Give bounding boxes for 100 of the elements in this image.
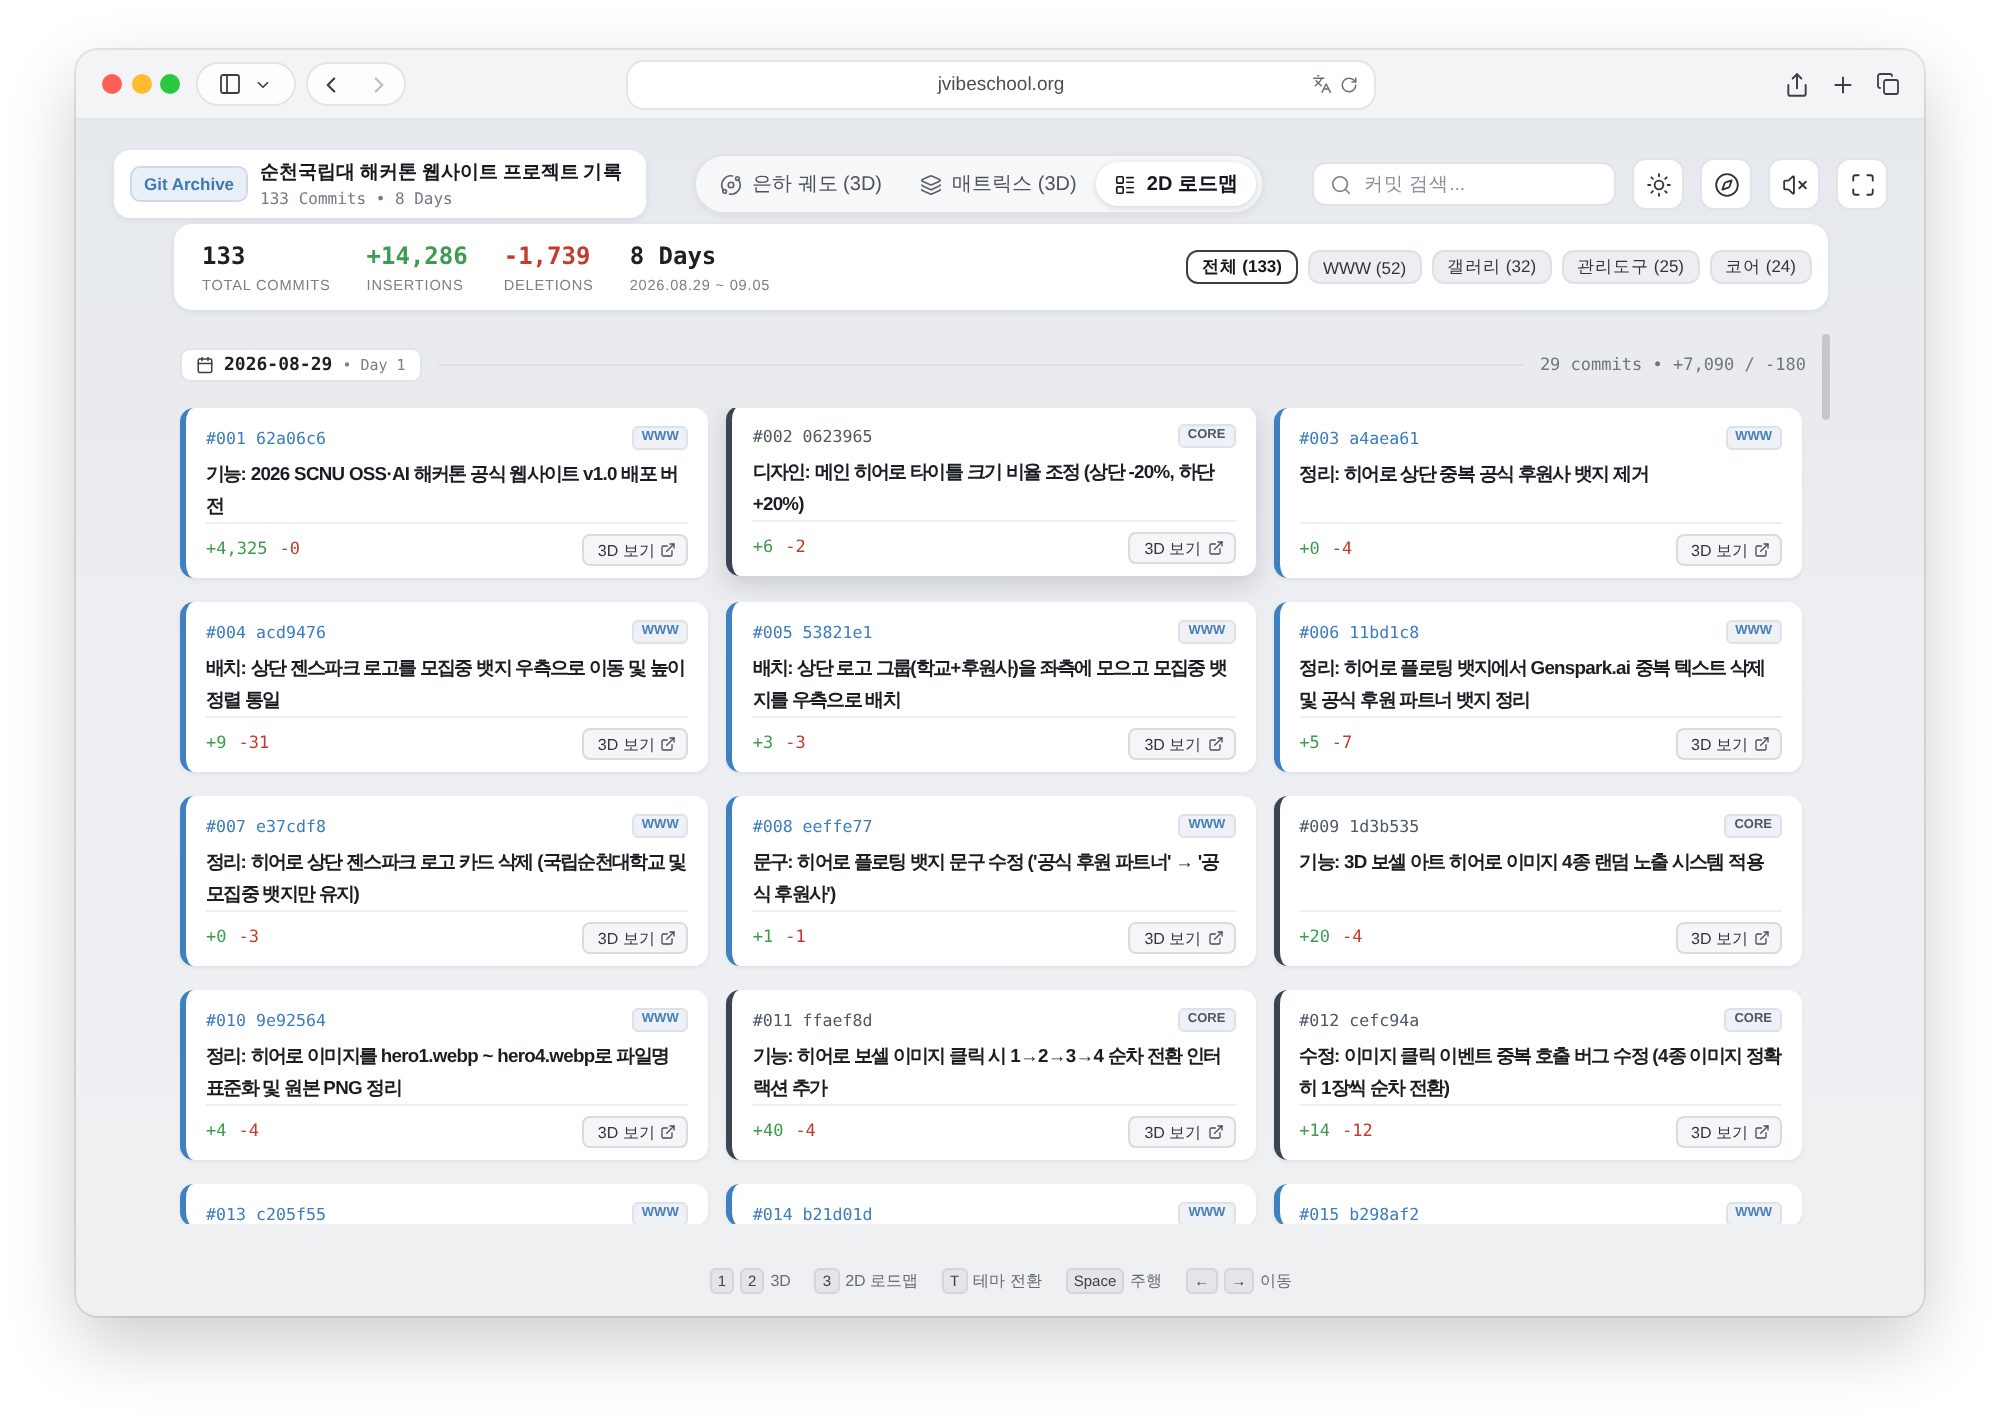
commit-message: 기능: 히어로 보셀 이미지 클릭 시 1→2→3→4 순차 전환 인터랙션 추가 bbox=[752, 1042, 1223, 1102]
reload-icon[interactable] bbox=[1340, 75, 1358, 93]
search-field[interactable]: 커밋 검색... bbox=[1312, 162, 1616, 206]
translate-icon[interactable] bbox=[1312, 74, 1332, 94]
commit-message: 배치: 상단 젠스파크 로고를 모집중 뱃지 우측으로 이동 및 높이 정렬 통일 bbox=[206, 654, 687, 714]
external-link-icon bbox=[1207, 930, 1224, 946]
orbit-icon bbox=[720, 173, 742, 195]
external-link-icon bbox=[1207, 736, 1224, 752]
view-3d-button[interactable]: 3D 보기 bbox=[1128, 1116, 1236, 1148]
sidebar-icon bbox=[218, 72, 242, 96]
external-link-icon bbox=[660, 930, 677, 946]
commit-hash: #010 9e92564 bbox=[206, 1010, 326, 1030]
commit-message: 정리: 히어로 상단 젠스파크 로고 카드 삭제 (국립순천대학교 및 모집중 뱃지만 유지) bbox=[206, 848, 688, 908]
view-3d-button[interactable]: 3D 보기 bbox=[1675, 534, 1782, 566]
stat-value: +14,286 bbox=[366, 241, 468, 269]
speaker-muted-icon bbox=[1781, 171, 1807, 197]
search-icon bbox=[1330, 173, 1352, 195]
scrollbar-thumb[interactable] bbox=[1822, 334, 1830, 420]
shortcut-label: 테마 전환 bbox=[973, 1269, 1042, 1291]
overlapping-squares-icon[interactable] bbox=[1876, 72, 1900, 96]
stat-value: 8 Days bbox=[629, 241, 719, 269]
commit-hash: #001 62a06c6 bbox=[206, 428, 326, 448]
external-link-icon bbox=[1754, 736, 1770, 752]
view-mode-tab[interactable]: 매트릭스 (3D) bbox=[902, 162, 1095, 206]
external-link-icon bbox=[660, 542, 677, 558]
filter-chip[interactable]: 갤러리 (32) bbox=[1431, 250, 1553, 284]
view-3d-button[interactable]: 3D 보기 bbox=[581, 1116, 689, 1148]
commit-hash: #002 0623965 bbox=[752, 426, 873, 446]
theme-button[interactable] bbox=[1632, 158, 1684, 210]
filter-chip[interactable]: 관리도구 (25) bbox=[1561, 250, 1701, 284]
compass-icon bbox=[1713, 171, 1739, 197]
external-link-icon bbox=[660, 736, 677, 752]
external-link-icon bbox=[1207, 540, 1224, 556]
deletions-count: -12 bbox=[1342, 1122, 1373, 1142]
commit-message: 수정: 이미지 클릭 이벤트 중복 호출 버그 수정 (4종 이미지 정확히 1장씩 순차 전환) bbox=[1299, 1042, 1782, 1102]
commit-hash: #006 11bd1c8 bbox=[1299, 622, 1420, 642]
insertions-count: +0 bbox=[206, 928, 227, 948]
project-subtitle: 133 Commits • 8 Days bbox=[260, 190, 455, 208]
filter-chip[interactable]: 전체 (133) bbox=[1185, 250, 1298, 284]
view-3d-button[interactable]: 3D 보기 bbox=[1128, 728, 1236, 760]
list-layout-icon bbox=[1114, 173, 1137, 195]
external-link-icon bbox=[1754, 930, 1770, 946]
view-3d-button[interactable]: 3D 보기 bbox=[1128, 922, 1236, 954]
deletions-count: -4 bbox=[1342, 928, 1363, 948]
sound-button[interactable] bbox=[1768, 158, 1820, 210]
commit-hash: #009 1d3b535 bbox=[1299, 816, 1420, 836]
insertions-count: +14 bbox=[1299, 1122, 1331, 1142]
insertions-count: +0 bbox=[1299, 540, 1320, 560]
deletions-count: -7 bbox=[1331, 734, 1353, 754]
plus-icon[interactable] bbox=[1830, 71, 1856, 97]
layers-icon bbox=[920, 173, 943, 195]
shortcut-label: 3D bbox=[770, 1271, 791, 1289]
shortcut-label: 주행 bbox=[1130, 1269, 1163, 1291]
view-3d-button[interactable]: 3D 보기 bbox=[581, 728, 689, 760]
view-3d-button[interactable]: 3D 보기 bbox=[581, 534, 689, 566]
close-window-button[interactable] bbox=[102, 74, 122, 94]
deletions-count: -4 bbox=[1331, 540, 1353, 560]
commit-message: 기능: 3D 보셀 아트 히어로 이미지 4종 랜덤 노출 시스템 적용 bbox=[1299, 848, 1766, 876]
view-3d-button[interactable]: 3D 보기 bbox=[1675, 922, 1782, 954]
fullscreen-button[interactable] bbox=[1836, 158, 1888, 210]
deletions-count: -2 bbox=[785, 538, 806, 558]
view-mode-tab[interactable]: 2D 로드맵 bbox=[1096, 162, 1256, 206]
insertions-count: +20 bbox=[1299, 928, 1331, 948]
view-3d-button[interactable]: 3D 보기 bbox=[1675, 1116, 1782, 1148]
commit-hash: #011 ffaef8d bbox=[752, 1010, 873, 1030]
external-link-icon bbox=[660, 1124, 677, 1140]
day-date: 2026-08-29 bbox=[224, 355, 333, 375]
view-3d-button[interactable]: 3D 보기 bbox=[1128, 532, 1236, 564]
insertions-count: +6 bbox=[752, 538, 774, 558]
app-badge: Git Archive bbox=[130, 166, 249, 202]
sidebar-button[interactable] bbox=[195, 62, 295, 106]
view-3d-button[interactable]: 3D 보기 bbox=[581, 922, 689, 954]
commit-hash: #013 c205f55 bbox=[206, 1204, 326, 1224]
commit-message: 디자인: 메인 히어로 타이틀 크기 비율 조정 (상단 -20%, 하단 +20%) bbox=[752, 458, 1217, 518]
deletions-count: -3 bbox=[785, 734, 806, 754]
commit-message: 배치: 상단 로고 그룹(학교+후원사)을 좌측에 모으고 모집중 뱃지를 우측으로 배치 bbox=[752, 654, 1229, 714]
stat-value: -1,739 bbox=[503, 241, 593, 269]
view-mode-tab[interactable]: 은하 궤도 (3D) bbox=[702, 162, 900, 206]
insertions-count: +5 bbox=[1299, 734, 1320, 754]
compass-button[interactable] bbox=[1700, 158, 1752, 210]
insertions-count: +1 bbox=[752, 928, 774, 948]
share-icon[interactable] bbox=[1784, 71, 1810, 97]
shortcut-label: 2D 로드맵 bbox=[845, 1269, 919, 1291]
external-link-icon bbox=[1754, 1124, 1770, 1140]
address-field[interactable]: jvibeschool.org bbox=[626, 59, 1376, 109]
commit-message: 문구: 히어로 플로팅 뱃지 문구 수정 ('공식 후원 파트너' → '공식 후원사') bbox=[752, 848, 1221, 908]
deletions-count: -0 bbox=[279, 540, 300, 560]
commit-hash: #005 53821e1 bbox=[752, 622, 873, 642]
insertions-count: +3 bbox=[752, 734, 774, 754]
view-3d-button[interactable]: 3D 보기 bbox=[1675, 728, 1782, 760]
deletions-count: -4 bbox=[795, 1122, 816, 1142]
corner-brackets-icon bbox=[1849, 171, 1875, 197]
commit-hash: #014 b21d01d bbox=[752, 1204, 873, 1224]
deletions-count: -4 bbox=[238, 1122, 259, 1142]
commit-hash: #008 eeffe77 bbox=[752, 816, 873, 836]
project-title: 순천국립대 해커톤 웹사이트 프로젝트 기록 bbox=[260, 160, 622, 188]
insertions-count: +9 bbox=[206, 734, 227, 754]
filter-chip[interactable]: 코어 (24) bbox=[1709, 250, 1812, 284]
calendar-icon bbox=[196, 356, 214, 374]
filter-chip[interactable]: WWW (52) bbox=[1307, 250, 1423, 284]
